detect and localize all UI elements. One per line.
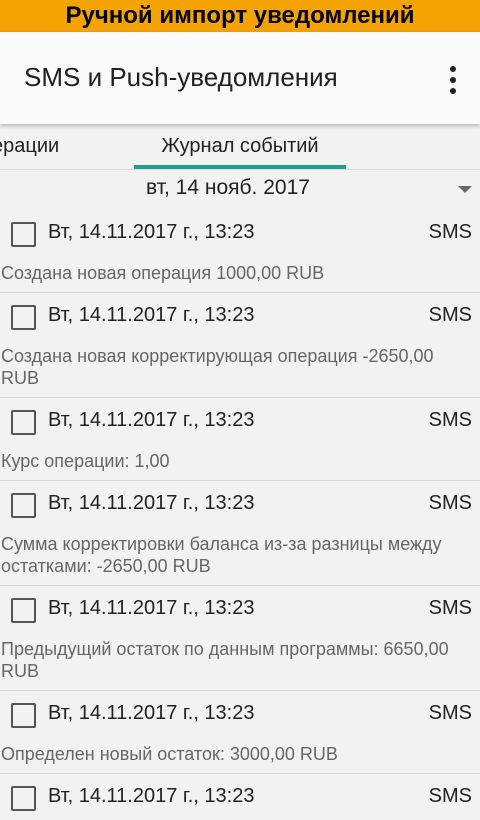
page-title: SMS и Push-уведомления: [24, 62, 338, 92]
menu-dot: [450, 77, 456, 83]
entry-type: SMS: [428, 702, 472, 724]
entry-checkbox[interactable]: [11, 222, 36, 247]
entry-checkbox[interactable]: [11, 410, 36, 435]
list-item: Вт, 14.11.2017 г., 13:23 SMS Предыдущий …: [0, 586, 480, 691]
entry-date: Вт, 14.11.2017 г., 13:23: [48, 304, 255, 326]
entry-type: SMS: [428, 492, 472, 514]
entry-date: Вт, 14.11.2017 г., 13:23: [48, 409, 255, 431]
list-item: Вт, 14.11.2017 г., 13:23 SMS: [0, 774, 480, 820]
entry-type: SMS: [428, 785, 472, 807]
app-bar: SMS и Push-уведомления: [0, 32, 480, 124]
entry-date: Вт, 14.11.2017 г., 13:23: [48, 221, 255, 243]
entry-type: SMS: [428, 597, 472, 619]
entry-date: Вт, 14.11.2017 г., 13:23: [48, 597, 255, 619]
tab-operations[interactable]: ерации: [0, 124, 59, 169]
entry-date: Вт, 14.11.2017 г., 13:23: [48, 492, 255, 514]
entry-date: Вт, 14.11.2017 г., 13:23: [48, 785, 255, 807]
list-item: Вт, 14.11.2017 г., 13:23 SMS Сумма корре…: [0, 481, 480, 586]
entry-message: Создана новая операция 1000,00 RUB: [1, 263, 325, 283]
date-filter-value: вт, 14 нояб. 2017: [146, 176, 310, 199]
entry-checkbox[interactable]: [11, 703, 36, 728]
entry-checkbox[interactable]: [11, 598, 36, 623]
tab-event-log[interactable]: Журнал событий: [134, 124, 346, 169]
entry-type: SMS: [428, 221, 472, 243]
menu-dot: [450, 66, 456, 72]
entry-checkbox[interactable]: [11, 493, 36, 518]
event-list: Вт, 14.11.2017 г., 13:23 SMS Создана нов…: [0, 210, 480, 820]
entry-type: SMS: [428, 304, 472, 326]
date-filter-dropdown[interactable]: вт, 14 нояб. 2017: [0, 170, 480, 208]
entry-message: Сумма корректировки баланса из-за разниц…: [1, 534, 442, 576]
tab-bar: ерации Журнал событий: [0, 124, 480, 170]
entry-checkbox[interactable]: [11, 305, 36, 330]
entry-date: Вт, 14.11.2017 г., 13:23: [48, 702, 255, 724]
list-item: Вт, 14.11.2017 г., 13:23 SMS Курс операц…: [0, 398, 480, 481]
list-item: Вт, 14.11.2017 г., 13:23 SMS Создана нов…: [0, 210, 480, 293]
entry-message: Определен новый остаток: 3000,00 RUB: [1, 744, 338, 764]
dropdown-arrow-icon: [458, 186, 472, 193]
list-item: Вт, 14.11.2017 г., 13:23 SMS Определен н…: [0, 691, 480, 774]
entry-message: Предыдущий остаток по данным программы: …: [1, 639, 449, 681]
entry-message: Создана новая корректирующая операция -2…: [1, 346, 434, 388]
menu-dot: [450, 88, 456, 94]
list-item: Вт, 14.11.2017 г., 13:23 SMS Создана нов…: [0, 293, 480, 398]
active-tab-indicator: [134, 165, 346, 169]
more-vert-icon[interactable]: [446, 66, 460, 94]
entry-type: SMS: [428, 409, 472, 431]
entry-message: Курс операции: 1,00: [1, 451, 170, 471]
entry-checkbox[interactable]: [11, 786, 36, 811]
import-banner: Ручной импорт уведомлений: [0, 0, 480, 32]
